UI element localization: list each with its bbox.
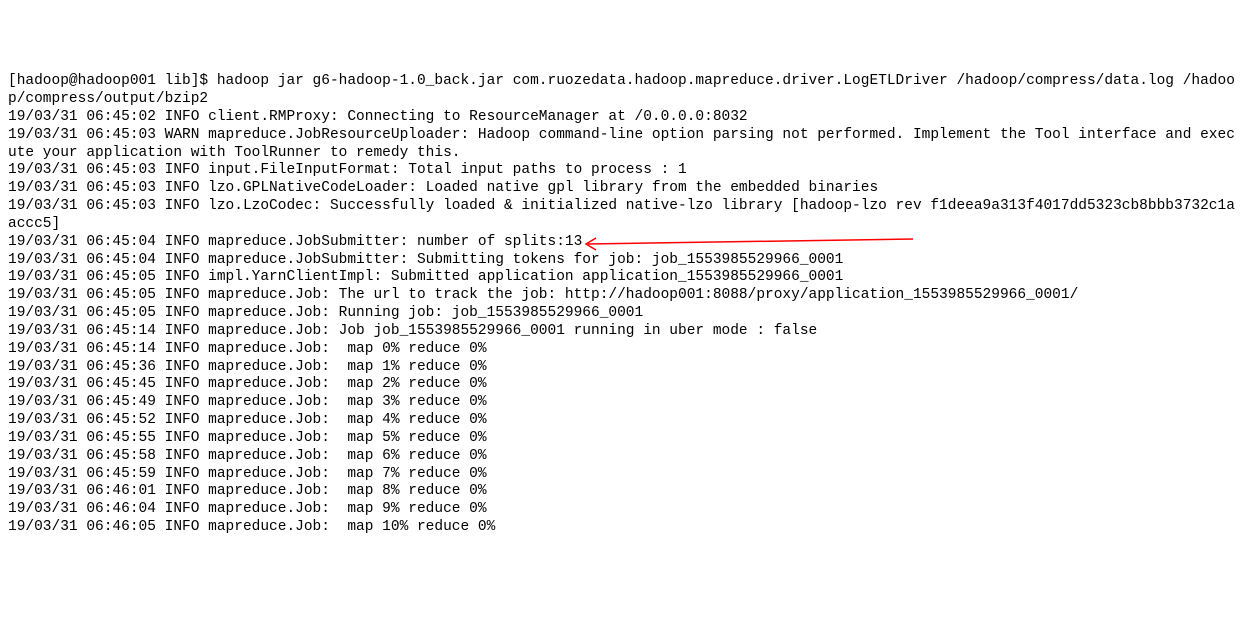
- log-text: 19/03/31 06:45:58 INFO mapreduce.Job: ma…: [8, 448, 487, 464]
- log-text: 19/03/31 06:45:05 INFO mapreduce.Job: Ru…: [8, 305, 643, 321]
- log-line: 19/03/31 06:45:04 INFO mapreduce.JobSubm…: [8, 234, 1236, 252]
- log-text: 19/03/31 06:45:55 INFO mapreduce.Job: ma…: [8, 430, 487, 446]
- log-line: 19/03/31 06:45:59 INFO mapreduce.Job: ma…: [8, 466, 1236, 484]
- log-text: 19/03/31 06:45:04 INFO mapreduce.JobSubm…: [8, 234, 582, 250]
- log-text: 19/03/31 06:45:45 INFO mapreduce.Job: ma…: [8, 376, 487, 392]
- log-line: 19/03/31 06:45:14 INFO mapreduce.Job: Jo…: [8, 323, 1236, 341]
- log-line: 19/03/31 06:45:02 INFO client.RMProxy: C…: [8, 109, 1236, 127]
- log-text: 19/03/31 06:45:03 WARN mapreduce.JobReso…: [8, 127, 1235, 161]
- log-line: 19/03/31 06:46:04 INFO mapreduce.Job: ma…: [8, 501, 1236, 519]
- log-text: 19/03/31 06:45:36 INFO mapreduce.Job: ma…: [8, 359, 487, 375]
- log-text: 19/03/31 06:45:03 INFO lzo.LzoCodec: Suc…: [8, 198, 1235, 232]
- log-line: 19/03/31 06:45:05 INFO mapreduce.Job: Ru…: [8, 305, 1236, 323]
- log-line: 19/03/31 06:45:03 INFO input.FileInputFo…: [8, 162, 1236, 180]
- log-line: 19/03/31 06:45:14 INFO mapreduce.Job: ma…: [8, 341, 1236, 359]
- terminal-output: [hadoop@hadoop001 lib]$ hadoop jar g6-ha…: [8, 73, 1236, 537]
- log-text: 19/03/31 06:45:03 INFO input.FileInputFo…: [8, 162, 687, 178]
- log-line: 19/03/31 06:45:58 INFO mapreduce.Job: ma…: [8, 448, 1236, 466]
- log-line: 19/03/31 06:46:05 INFO mapreduce.Job: ma…: [8, 519, 1236, 537]
- log-line: 19/03/31 06:45:03 INFO lzo.GPLNativeCode…: [8, 180, 1236, 198]
- log-line: 19/03/31 06:45:52 INFO mapreduce.Job: ma…: [8, 412, 1236, 430]
- log-text: 19/03/31 06:45:14 INFO mapreduce.Job: ma…: [8, 341, 487, 357]
- log-text: 19/03/31 06:45:59 INFO mapreduce.Job: ma…: [8, 466, 487, 482]
- log-text: 19/03/31 06:45:05 INFO mapreduce.Job: Th…: [8, 287, 1078, 303]
- log-text: 19/03/31 06:45:05 INFO impl.YarnClientIm…: [8, 269, 843, 285]
- log-line: 19/03/31 06:45:55 INFO mapreduce.Job: ma…: [8, 430, 1236, 448]
- log-line: 19/03/31 06:45:36 INFO mapreduce.Job: ma…: [8, 359, 1236, 377]
- log-line: 19/03/31 06:45:04 INFO mapreduce.JobSubm…: [8, 252, 1236, 270]
- log-line: 19/03/31 06:45:03 INFO lzo.LzoCodec: Suc…: [8, 198, 1236, 234]
- log-text: 19/03/31 06:45:02 INFO client.RMProxy: C…: [8, 109, 748, 125]
- log-line: 19/03/31 06:45:45 INFO mapreduce.Job: ma…: [8, 376, 1236, 394]
- log-line: 19/03/31 06:45:03 WARN mapreduce.JobReso…: [8, 127, 1236, 163]
- shell-command-line: [hadoop@hadoop001 lib]$ hadoop jar g6-ha…: [8, 73, 1236, 109]
- log-line: 19/03/31 06:45:49 INFO mapreduce.Job: ma…: [8, 394, 1236, 412]
- log-line: 19/03/31 06:45:05 INFO impl.YarnClientIm…: [8, 269, 1236, 287]
- log-text: 19/03/31 06:45:04 INFO mapreduce.JobSubm…: [8, 252, 843, 268]
- log-text: 19/03/31 06:46:04 INFO mapreduce.Job: ma…: [8, 501, 487, 517]
- log-text: 19/03/31 06:45:52 INFO mapreduce.Job: ma…: [8, 412, 487, 428]
- annotation-arrow-icon: [578, 236, 918, 252]
- log-line: 19/03/31 06:46:01 INFO mapreduce.Job: ma…: [8, 483, 1236, 501]
- shell-prompt: [hadoop@hadoop001 lib]$: [8, 73, 217, 89]
- log-line: 19/03/31 06:45:05 INFO mapreduce.Job: Th…: [8, 287, 1236, 305]
- log-text: 19/03/31 06:46:01 INFO mapreduce.Job: ma…: [8, 483, 487, 499]
- log-text: 19/03/31 06:45:14 INFO mapreduce.Job: Jo…: [8, 323, 817, 339]
- log-text: 19/03/31 06:45:03 INFO lzo.GPLNativeCode…: [8, 180, 878, 196]
- log-text: 19/03/31 06:45:49 INFO mapreduce.Job: ma…: [8, 394, 487, 410]
- log-text: 19/03/31 06:46:05 INFO mapreduce.Job: ma…: [8, 519, 495, 535]
